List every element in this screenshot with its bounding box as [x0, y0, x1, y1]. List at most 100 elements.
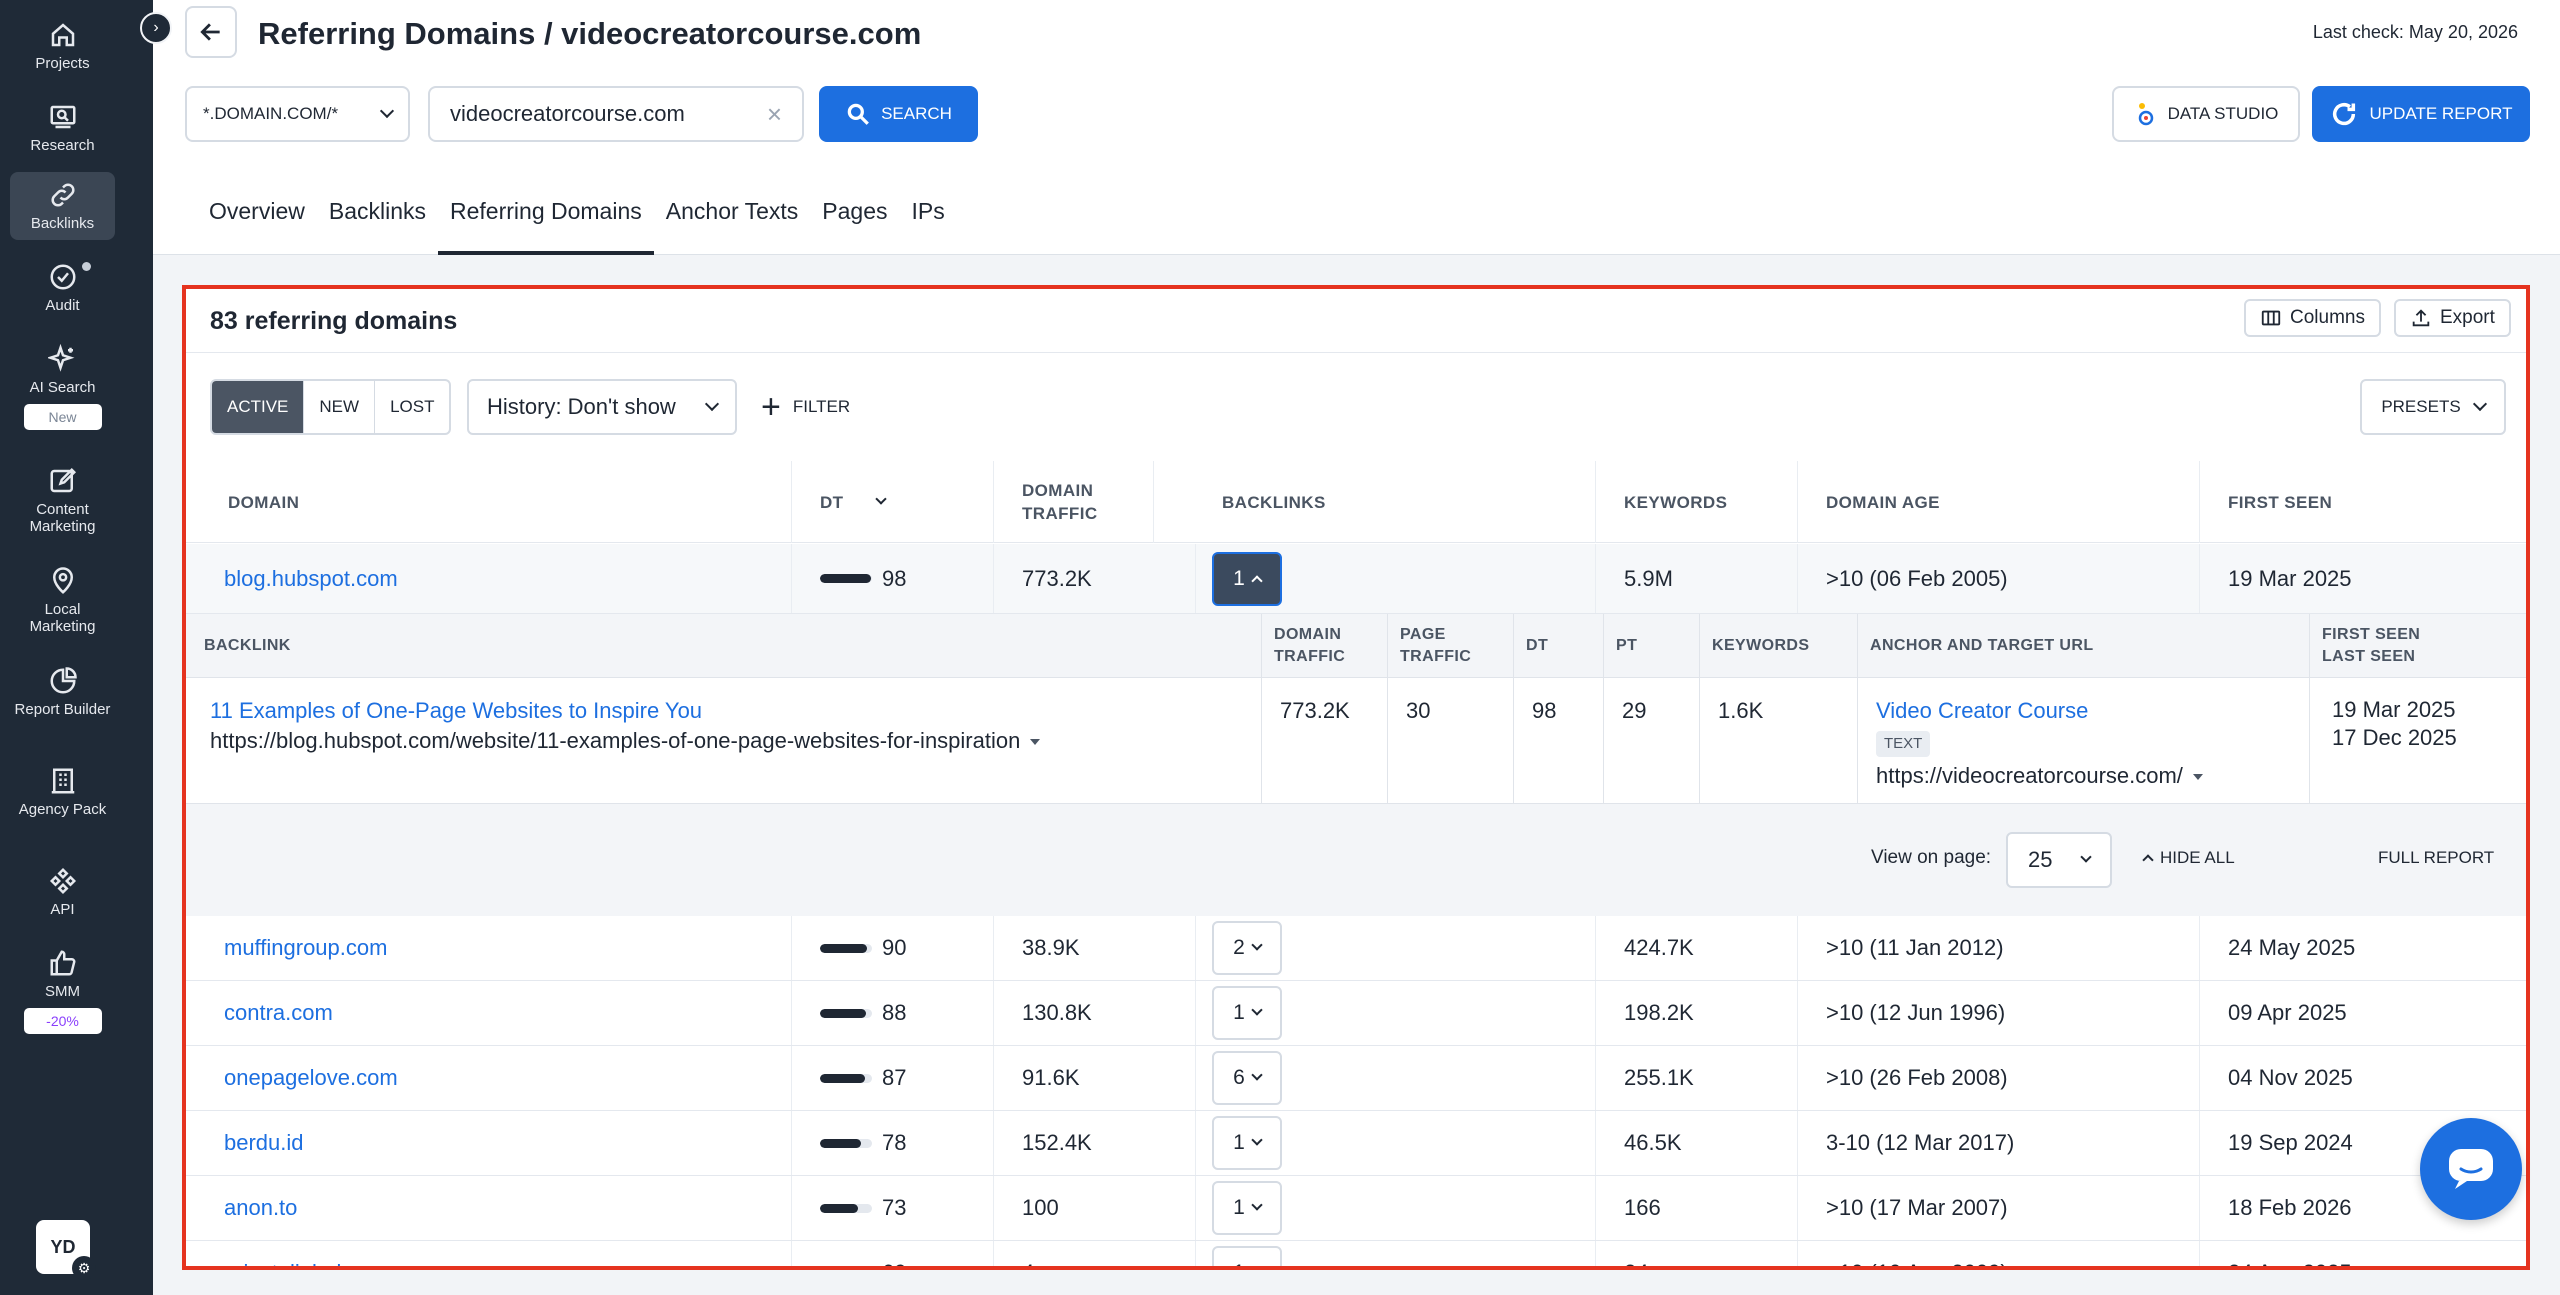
- link-icon: [50, 183, 75, 207]
- new-badge: New: [23, 404, 102, 430]
- sidebar-expand-button[interactable]: ›: [140, 12, 172, 44]
- data-studio-button[interactable]: DATA STUDIO: [2112, 86, 2300, 142]
- notification-dot: [82, 262, 91, 271]
- backlinks-toggle-button[interactable]: 1: [1212, 1116, 1282, 1170]
- backlink-url[interactable]: https://blog.hubspot.com/website/11-exam…: [210, 726, 1261, 756]
- api-icon: [49, 867, 76, 895]
- domain-link[interactable]: anon.to: [224, 1195, 297, 1221]
- col-domain-traffic[interactable]: DOMAIN TRAFFIC: [994, 461, 1154, 543]
- backlinks-toggle-button[interactable]: 1: [1212, 1246, 1282, 1266]
- avatar[interactable]: YD ⚙: [36, 1220, 96, 1280]
- keywords-cell: 255.1K: [1596, 1046, 1798, 1110]
- subtable-header: BACKLINK DOMAIN TRAFFIC PAGE TRAFFIC DT …: [186, 614, 2526, 678]
- chevron-down-icon: [2080, 851, 2092, 863]
- tab-ips[interactable]: IPs: [900, 168, 957, 255]
- chevron-down-icon: [704, 396, 720, 412]
- sidebar-item-label: Content Marketing: [29, 501, 96, 535]
- anchor-type-badge: TEXT: [1876, 731, 1931, 757]
- back-button[interactable]: [185, 6, 237, 58]
- columns-button[interactable]: Columns: [2244, 299, 2381, 337]
- domain-link[interactable]: muffingroup.com: [224, 935, 387, 961]
- anchor-link[interactable]: Video Creator Course: [1876, 696, 2309, 726]
- col-domain[interactable]: DOMAIN: [186, 461, 792, 543]
- backlink-title-link[interactable]: 11 Examples of One-Page Websites to Insp…: [210, 696, 1261, 726]
- dt-cell: 90: [792, 916, 994, 980]
- chevron-down-icon: [2472, 396, 2487, 412]
- domain-link[interactable]: berdu.id: [224, 1130, 304, 1156]
- sidebar-item-projects[interactable]: Projects: [10, 20, 115, 72]
- sidebar-item-backlinks[interactable]: Backlinks: [10, 172, 115, 240]
- target-url[interactable]: https://videocreatorcourse.com/: [1876, 761, 2309, 791]
- sidebar-item-research[interactable]: Research: [10, 102, 115, 154]
- search-button[interactable]: SEARCH: [819, 86, 978, 142]
- sidebar-item-label: Agency Pack: [18, 801, 107, 818]
- search-value: videocreatorcourse.com: [450, 101, 685, 126]
- dt-cell: 69: [792, 1241, 994, 1266]
- filter-button[interactable]: + FILTER: [761, 379, 850, 435]
- history-select[interactable]: History: Don't show: [467, 379, 737, 435]
- domain-link[interactable]: onepagelove.com: [224, 1065, 398, 1091]
- hide-all-button[interactable]: HIDE ALL: [2142, 848, 2235, 868]
- segment-new[interactable]: NEW: [304, 381, 376, 433]
- backlinks-toggle-button[interactable]: 1: [1212, 1181, 1282, 1235]
- tab-pages[interactable]: Pages: [810, 168, 899, 255]
- col-domain-age[interactable]: DOMAIN AGE: [1798, 461, 2200, 543]
- col-keywords[interactable]: KEYWORDS: [1596, 461, 1798, 543]
- sidebar-item-ai-search[interactable]: AI Search New: [10, 344, 115, 430]
- sidebar-item-label: Projects: [35, 55, 90, 72]
- search-input[interactable]: videocreatorcourse.com ×: [428, 86, 804, 142]
- sub-dt: 98: [1514, 678, 1604, 803]
- monitor-search-icon: [50, 105, 75, 129]
- backlinks-count: 6: [1233, 1066, 1245, 1089]
- presets-button[interactable]: PRESETS: [2360, 379, 2506, 435]
- tab-anchor-texts[interactable]: Anchor Texts: [654, 168, 811, 255]
- tab-referring-domains[interactable]: Referring Domains: [438, 168, 654, 255]
- dt-bar: [820, 943, 872, 953]
- caret-down-icon: [1030, 739, 1041, 746]
- backlinks-toggle-button[interactable]: 1: [1212, 551, 1282, 606]
- tab-overview[interactable]: Overview: [197, 168, 317, 255]
- update-report-button[interactable]: UPDATE REPORT: [2312, 86, 2530, 142]
- sidebar-item-smm[interactable]: SMM -20%: [10, 948, 115, 1034]
- domain-link[interactable]: blog.hubspot.com: [224, 566, 398, 592]
- export-button[interactable]: Export: [2394, 299, 2511, 337]
- table-row: contra.com 88 130.8K 1 198.2K >10 (12 Jun 199…: [186, 981, 2526, 1046]
- tab-backlinks[interactable]: Backlinks: [317, 168, 438, 255]
- traffic-cell: 773.2K: [994, 544, 1196, 613]
- thumbs-up-icon: [50, 950, 76, 976]
- col-backlinks[interactable]: BACKLINKS: [1194, 461, 1596, 543]
- backlinks-toggle-button[interactable]: 1: [1212, 986, 1282, 1040]
- age-cell: >10 (26 Feb 2008): [1798, 1046, 2200, 1110]
- domain-link[interactable]: privatelink.de: [224, 1260, 354, 1266]
- sidebar-item-local-marketing[interactable]: Local Marketing: [10, 566, 115, 635]
- clear-icon[interactable]: ×: [767, 99, 782, 130]
- col-first-seen[interactable]: FIRST SEEN: [2200, 461, 2526, 543]
- chat-support-button[interactable]: [2420, 1118, 2522, 1220]
- sidebar-item-agency-pack[interactable]: Agency Pack: [10, 766, 115, 818]
- dt-bar: [820, 1073, 872, 1083]
- dt-value: 87: [882, 1065, 907, 1090]
- segment-active[interactable]: ACTIVE: [212, 381, 305, 433]
- sidebar-item-audit[interactable]: Audit: [10, 262, 115, 314]
- last-seen-date: 17 Dec 2025: [2332, 725, 2457, 750]
- last-check: Last check: May 20, 2026: [2312, 22, 2518, 42]
- dt-bar: [820, 1138, 872, 1148]
- sidebar-item-content-marketing[interactable]: Content Marketing: [10, 466, 115, 535]
- sidebar-item-api[interactable]: API: [10, 866, 115, 918]
- sort-down-icon: [875, 493, 888, 505]
- traffic-cell: 130.8K: [994, 981, 1196, 1045]
- col-dt[interactable]: DT: [792, 461, 994, 543]
- view-on-page-select[interactable]: 25: [2006, 832, 2112, 888]
- backlinks-toggle-button[interactable]: 6: [1212, 1051, 1282, 1105]
- building-icon: [51, 768, 74, 794]
- scope-select[interactable]: *.DOMAIN.COM/*: [185, 86, 410, 142]
- traffic-cell: 4: [994, 1241, 1196, 1266]
- backlinks-toggle-button[interactable]: 2: [1212, 921, 1282, 975]
- domain-link[interactable]: contra.com: [224, 1000, 333, 1026]
- pie-chart-icon: [50, 667, 77, 694]
- edit-icon: [50, 467, 76, 493]
- full-report-button[interactable]: FULL REPORT: [2378, 848, 2494, 868]
- sidebar-item-report-builder[interactable]: Report Builder: [10, 666, 115, 718]
- segment-lost[interactable]: LOST: [375, 381, 449, 433]
- backlinks-count: 1: [1233, 1261, 1245, 1266]
